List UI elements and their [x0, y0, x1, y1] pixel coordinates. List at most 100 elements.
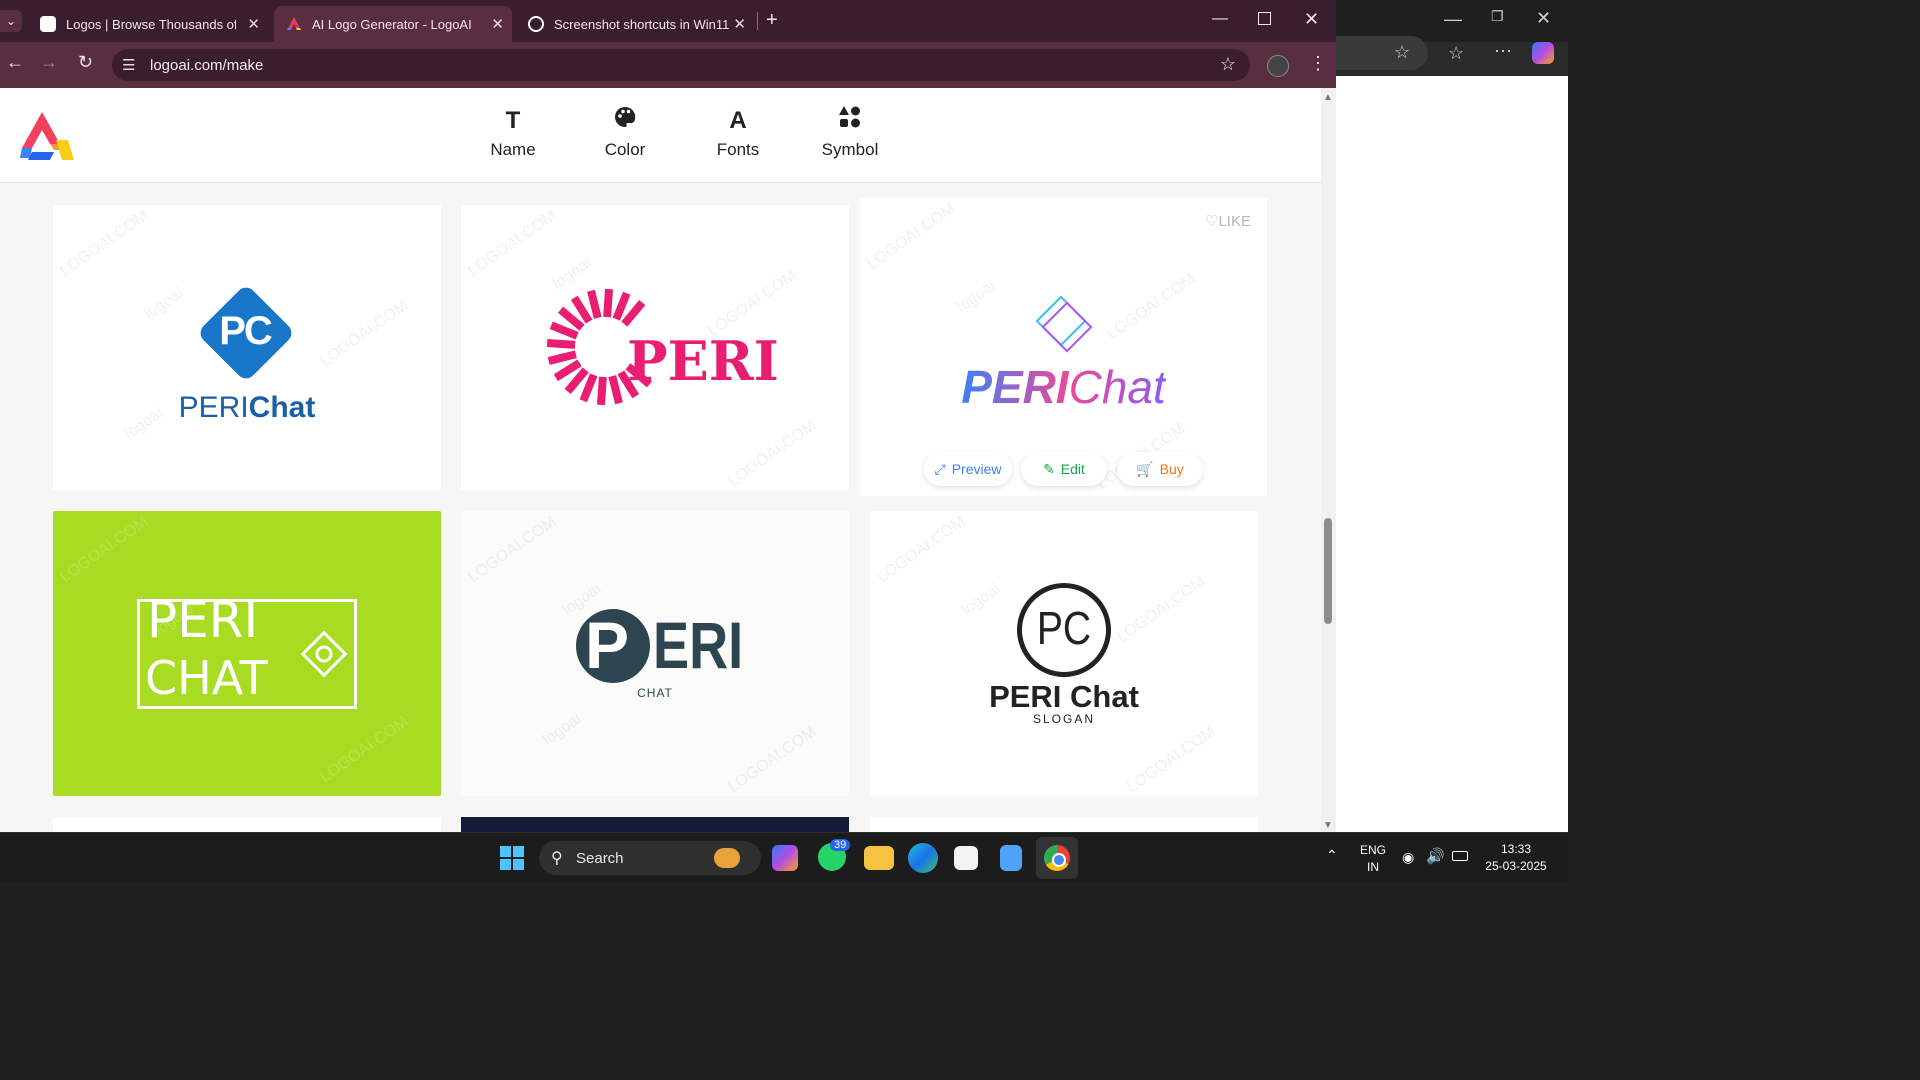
tab-title: Screenshot shortcuts in Win11 [554, 16, 730, 32]
tab-title: AI Logo Generator - LogoAI [312, 16, 472, 32]
close-icon[interactable]: ✕ [1536, 9, 1551, 27]
logo-monogram: PC [219, 309, 273, 353]
windows-taskbar: ⚲ Search 39 ⌃ ENG IN ◉ 🔊 13:33 25-03-202… [0, 832, 1568, 883]
profile-avatar[interactable] [1267, 55, 1289, 77]
language-label: ENG [1359, 843, 1386, 857]
edit-button[interactable]: ✎ Edit [1021, 452, 1107, 486]
close-tab-icon[interactable]: ✕ [491, 15, 504, 33]
forward-arrow-icon[interactable]: → [40, 52, 58, 73]
copilot-icon[interactable] [1532, 42, 1554, 64]
favorites-icon[interactable]: ☆ [1448, 44, 1464, 62]
close-tab-icon[interactable]: ✕ [733, 15, 746, 33]
site-settings-icon[interactable]: ☰ [122, 56, 135, 74]
watermark-text: LOGOAI.COM [864, 200, 959, 274]
palette-icon [585, 106, 665, 136]
logo-card[interactable] [461, 817, 849, 832]
logo-card[interactable] [870, 817, 1258, 832]
close-tab-icon[interactable]: ✕ [247, 15, 260, 33]
burst-ray [596, 376, 607, 406]
windows-start-icon[interactable] [500, 846, 524, 870]
text-icon: T [505, 107, 521, 134]
like-label: LIKE [1218, 213, 1251, 230]
logo-wordmark: PERI [627, 329, 779, 393]
battery-icon[interactable] [1452, 851, 1468, 861]
scroll-up-icon[interactable]: ▲ [1323, 92, 1333, 103]
bookmark-star-icon[interactable]: ☆ [1220, 54, 1236, 75]
url-text[interactable]: logoai.com/make [150, 57, 263, 74]
logo-card[interactable]: LOGOAI.COM logoai logoai LOGOAI.COM P ER… [461, 511, 849, 796]
tool-label: Fonts [716, 140, 760, 159]
close-window-icon[interactable]: ✕ [1304, 9, 1319, 30]
reload-icon[interactable]: ↻ [78, 52, 93, 73]
edge-icon[interactable] [908, 843, 938, 873]
logo-monogram: PC [1036, 602, 1092, 654]
back-arrow-icon[interactable]: ← [6, 52, 24, 73]
address-bar[interactable]: ☰ logoai.com/make ☆ [112, 49, 1250, 81]
watermark-text: LOGOAI.COM [725, 723, 820, 796]
name-tool-button[interactable]: T Name [473, 106, 553, 160]
watermark-text: LOGOAI.COM [1104, 270, 1199, 344]
notification-badge: 39 [830, 839, 851, 851]
burst-ray [546, 338, 576, 349]
volume-icon[interactable]: 🔊 [1426, 847, 1445, 865]
tab-title: Logos | Browse Thousands of Lo [66, 16, 236, 32]
clock[interactable]: 13:33 25-03-2025 [1480, 842, 1552, 873]
maximize-icon[interactable] [1258, 12, 1271, 25]
logo-card[interactable] [53, 817, 441, 832]
language-indicator[interactable]: ENG IN [1358, 843, 1388, 874]
shapes-icon [810, 106, 890, 136]
buy-button[interactable]: 🛒 Buy [1117, 452, 1203, 486]
search-highlight-icon [714, 848, 740, 868]
taskbar-search-box[interactable]: ⚲ Search [539, 841, 761, 875]
copilot-app-icon[interactable] [772, 845, 798, 871]
notepad-icon[interactable] [1000, 845, 1022, 871]
diamond-knot-icon [300, 630, 348, 678]
chrome-menu-icon[interactable]: ⋮ [1309, 53, 1327, 74]
pencil-icon: ✎ [1043, 460, 1055, 477]
file-explorer-icon[interactable] [864, 846, 894, 870]
watermark-text: LOGOAI.COM [465, 513, 560, 587]
logoai-favicon-icon [286, 16, 302, 32]
fonts-tool-button[interactable]: A Fonts [698, 106, 778, 160]
logo-card[interactable]: LOGOAI.COM logoai LOGOAI.COM logoai PC P… [53, 205, 441, 490]
logoai-logo-icon[interactable] [20, 110, 76, 162]
color-tool-button[interactable]: Color [585, 106, 665, 160]
tab-separator [757, 12, 758, 30]
burst-ray [603, 288, 614, 318]
microsoft-store-icon[interactable] [954, 846, 978, 870]
wordmark-part: Chat [1068, 361, 1166, 413]
logoai-page: T Name Color A Fonts Symbol LOGOAI.COM l… [0, 88, 1321, 832]
logo-card[interactable]: LOGOAI.COM logoai LOGOAI.COM LOGOAI.COM … [461, 205, 849, 490]
restore-icon[interactable]: ❐ [1491, 9, 1504, 23]
tab-strip: ⌄ Logos | Browse Thousands of Lo ✕ AI Lo… [0, 0, 1336, 42]
logo-slogan: SLOGAN [1032, 712, 1095, 726]
watermark-text: LOGOAI.COM [1124, 723, 1219, 796]
watermark-text: logoai [958, 580, 1004, 619]
preview-button[interactable]: ⤢ Preview [924, 452, 1012, 486]
symbol-tool-button[interactable]: Symbol [810, 106, 890, 160]
logo-line-1: PERI [147, 591, 259, 649]
background-address-bar[interactable]: ☆ [1336, 36, 1428, 70]
favorite-star-icon[interactable]: ☆ [1394, 43, 1410, 61]
logo-card[interactable]: LOGOAI.COM logoai LOGOAI.COM LOGOAI.COM … [870, 511, 1258, 796]
minimize-icon[interactable]: — [1212, 10, 1228, 28]
watermark-text: LOGOAI.COM [725, 417, 820, 490]
tab-search-icon[interactable]: ⌄ [0, 10, 22, 32]
page-scrollbar[interactable] [1321, 88, 1336, 832]
tab-screenshot-shortcuts[interactable]: Screenshot shortcuts in Win11 ✕ [516, 6, 754, 42]
logo-card[interactable]: LOGOAI.COM logoai LOGOAI.COM PERI CHAT [53, 511, 441, 796]
region-label: IN [1367, 860, 1379, 874]
new-tab-button[interactable]: + [766, 9, 778, 32]
logos-favicon-icon [40, 16, 56, 32]
watermark-text: LOGOAI.COM [874, 513, 969, 587]
show-hidden-icons-icon[interactable]: ⌃ [1326, 847, 1338, 864]
more-icon[interactable]: ⋯ [1494, 42, 1512, 60]
scroll-down-icon[interactable]: ▼ [1323, 820, 1333, 831]
like-button[interactable]: ♡LIKE [1205, 212, 1251, 230]
wifi-icon[interactable]: ◉ [1402, 849, 1414, 866]
minimize-icon[interactable]: — [1444, 10, 1462, 28]
tab-logos-browse[interactable]: Logos | Browse Thousands of Lo ✕ [28, 6, 268, 42]
scrollbar-thumb[interactable] [1324, 518, 1332, 624]
tab-logoai-generator[interactable]: AI Logo Generator - LogoAI ✕ [274, 6, 512, 42]
watermark-text: LOGOAI.COM [1114, 573, 1209, 647]
